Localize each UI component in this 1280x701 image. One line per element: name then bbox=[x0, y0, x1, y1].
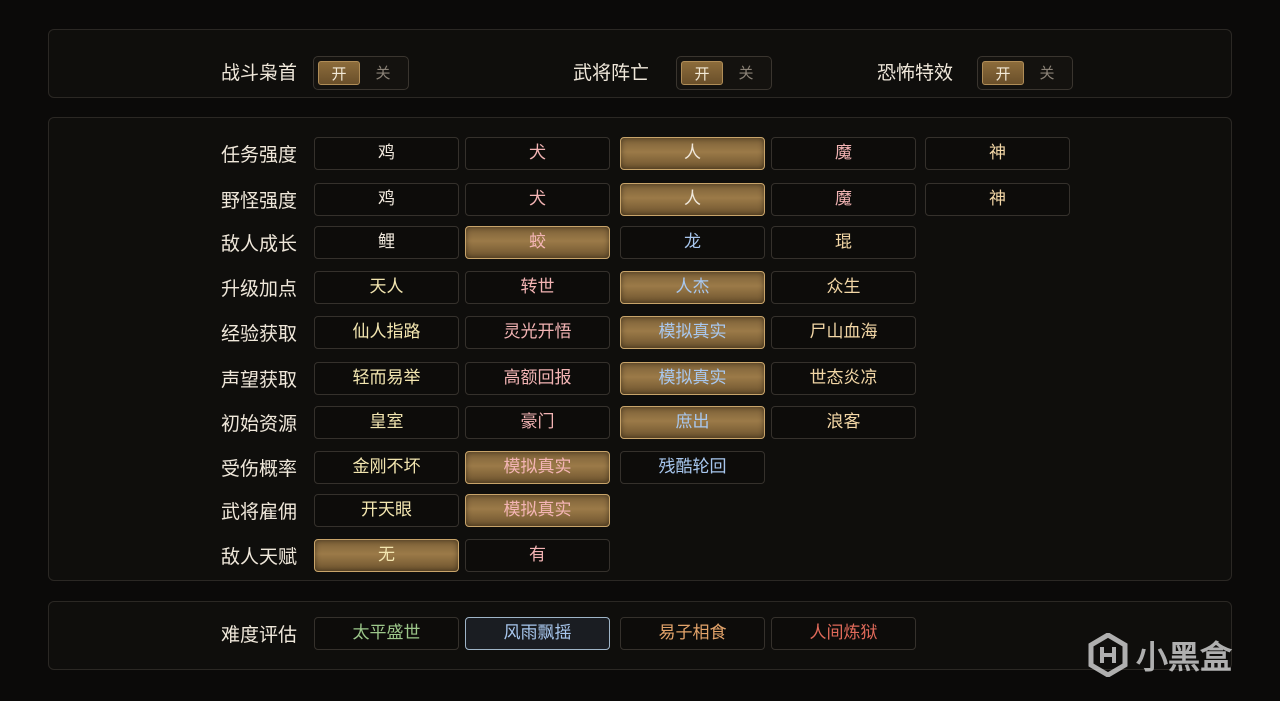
setting-option-button[interactable]: 人 bbox=[620, 137, 765, 170]
setting-label: 升级加点 bbox=[221, 278, 298, 300]
setting-option-button[interactable]: 鸡 bbox=[314, 183, 459, 216]
setting-label: 敌人成长 bbox=[221, 233, 298, 255]
toggle-switch[interactable]: 开关 bbox=[977, 56, 1073, 90]
setting-option-button[interactable]: 人杰 bbox=[620, 271, 765, 304]
toggle-off-option[interactable]: 关 bbox=[725, 61, 767, 85]
setting-option-button[interactable]: 转世 bbox=[465, 271, 610, 304]
setting-option-button[interactable]: 灵光开悟 bbox=[465, 316, 610, 349]
setting-option-button[interactable]: 魔 bbox=[771, 137, 916, 170]
setting-option-button[interactable]: 有 bbox=[465, 539, 610, 572]
toggle-on-option[interactable]: 开 bbox=[318, 61, 360, 85]
setting-label: 敌人天赋 bbox=[221, 546, 298, 568]
setting-label: 声望获取 bbox=[221, 369, 298, 391]
toggle-label: 战斗枭首 bbox=[221, 62, 298, 84]
setting-option-button[interactable]: 鸡 bbox=[314, 137, 459, 170]
setting-option-button[interactable]: 尸山血海 bbox=[771, 316, 916, 349]
watermark-text: 小黑盒 bbox=[1136, 638, 1233, 676]
difficulty-level-badge: 太平盛世 bbox=[314, 617, 459, 650]
setting-option-button[interactable]: 众生 bbox=[771, 271, 916, 304]
toggle-on-option[interactable]: 开 bbox=[681, 61, 723, 85]
setting-option-button[interactable]: 蛟 bbox=[465, 226, 610, 259]
setting-option-button[interactable]: 模拟真实 bbox=[465, 494, 610, 527]
setting-option-button[interactable]: 浪客 bbox=[771, 406, 916, 439]
setting-label: 经验获取 bbox=[221, 323, 298, 345]
setting-option-button[interactable]: 鲤 bbox=[314, 226, 459, 259]
toggle-on-option[interactable]: 开 bbox=[982, 61, 1024, 85]
setting-option-button[interactable]: 皇室 bbox=[314, 406, 459, 439]
setting-option-button[interactable]: 犬 bbox=[465, 137, 610, 170]
setting-label: 野怪强度 bbox=[221, 190, 298, 212]
heybox-logo-icon bbox=[1088, 633, 1128, 677]
setting-option-button[interactable]: 模拟真实 bbox=[465, 451, 610, 484]
setting-option-button[interactable]: 模拟真实 bbox=[620, 316, 765, 349]
setting-option-button[interactable]: 豪门 bbox=[465, 406, 610, 439]
setting-option-button[interactable]: 轻而易举 bbox=[314, 362, 459, 395]
toggle-switch[interactable]: 开关 bbox=[313, 56, 409, 90]
setting-option-button[interactable]: 琨 bbox=[771, 226, 916, 259]
toggle-label: 恐怖特效 bbox=[877, 62, 954, 84]
setting-option-button[interactable]: 神 bbox=[925, 183, 1070, 216]
setting-option-button[interactable]: 神 bbox=[925, 137, 1070, 170]
setting-option-button[interactable]: 模拟真实 bbox=[620, 362, 765, 395]
toggle-label: 武将阵亡 bbox=[573, 62, 650, 84]
setting-label: 受伤概率 bbox=[221, 458, 298, 480]
setting-option-button[interactable]: 魔 bbox=[771, 183, 916, 216]
setting-option-button[interactable]: 天人 bbox=[314, 271, 459, 304]
difficulty-level-badge: 风雨飘摇 bbox=[465, 617, 610, 650]
setting-label: 任务强度 bbox=[221, 144, 298, 166]
toggle-off-option[interactable]: 关 bbox=[362, 61, 404, 85]
toggle-off-option[interactable]: 关 bbox=[1026, 61, 1068, 85]
difficulty-level-badge: 易子相食 bbox=[620, 617, 765, 650]
setting-option-button[interactable]: 高额回报 bbox=[465, 362, 610, 395]
setting-label: 初始资源 bbox=[221, 413, 298, 435]
toggle-switch[interactable]: 开关 bbox=[676, 56, 772, 90]
watermark: 小黑盒 bbox=[1088, 630, 1232, 680]
setting-option-button[interactable]: 人 bbox=[620, 183, 765, 216]
setting-option-button[interactable]: 开天眼 bbox=[314, 494, 459, 527]
setting-option-button[interactable]: 仙人指路 bbox=[314, 316, 459, 349]
setting-label: 武将雇佣 bbox=[221, 501, 298, 523]
setting-option-button[interactable]: 龙 bbox=[620, 226, 765, 259]
setting-option-button[interactable]: 犬 bbox=[465, 183, 610, 216]
setting-option-button[interactable]: 无 bbox=[314, 539, 459, 572]
setting-option-button[interactable]: 世态炎凉 bbox=[771, 362, 916, 395]
difficulty-label: 难度评估 bbox=[221, 624, 298, 646]
setting-option-button[interactable]: 庶出 bbox=[620, 406, 765, 439]
setting-option-button[interactable]: 残酷轮回 bbox=[620, 451, 765, 484]
setting-option-button[interactable]: 金刚不坏 bbox=[314, 451, 459, 484]
difficulty-level-badge: 人间炼狱 bbox=[771, 617, 916, 650]
